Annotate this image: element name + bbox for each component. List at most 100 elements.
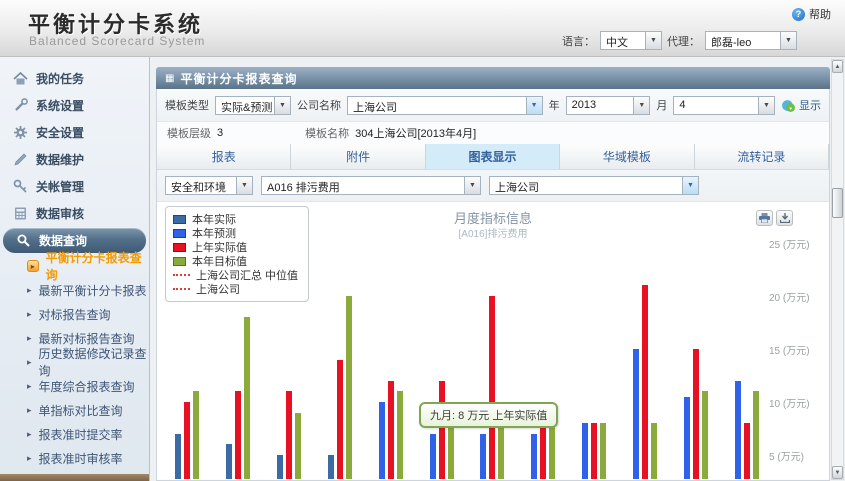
arrow-right-icon: ▸ [27, 429, 32, 440]
template-name-label: 模板名称 [305, 125, 349, 141]
bar-本年目标值[interactable] [397, 391, 403, 479]
chevron-down-icon[interactable]: ▼ [464, 177, 480, 194]
bar-本年预测[interactable] [531, 434, 537, 479]
bar-上年实际值[interactable] [337, 360, 343, 479]
chevron-down-icon[interactable]: ▼ [645, 32, 661, 49]
tab-图表显示[interactable]: 图表显示 [426, 144, 560, 169]
bar-本年实际[interactable] [226, 444, 232, 479]
category-select[interactable]: 安全和环境▼ [165, 176, 253, 195]
chevron-down-icon[interactable]: ▼ [780, 32, 796, 49]
bar-上年实际值[interactable] [642, 285, 648, 479]
bar-本年预测[interactable] [735, 381, 741, 479]
bar-上年实际值[interactable] [235, 391, 241, 479]
bar-本年目标值[interactable] [600, 423, 606, 479]
bar-上年实际值[interactable] [184, 402, 190, 479]
sidebar-subitem-报表准时审核率[interactable]: ▸报表准时审核率 [0, 446, 149, 470]
template-type-value: 实际&预测 [216, 97, 274, 114]
sidebar-item-安全设置[interactable]: 安全设置 [0, 119, 149, 146]
chart-tooltip: 九月: 8 万元 上年实际值 [419, 402, 558, 428]
sidebar-subitem-单指标对比查询[interactable]: ▸单指标对比查询 [0, 398, 149, 422]
sidebar-bottom-strip [0, 474, 149, 481]
tab-华域模板[interactable]: 华域模板 [560, 144, 694, 169]
help-label: 帮助 [809, 6, 831, 22]
indicator-select[interactable]: A016 排污费用▼ [261, 176, 481, 195]
chevron-down-icon[interactable]: ▼ [633, 97, 649, 114]
sidebar-subitem-最新平衡计分卡报表[interactable]: ▸最新平衡计分卡报表 [0, 278, 149, 302]
bar-本年预测[interactable] [480, 434, 486, 479]
bar-本年目标值[interactable] [651, 423, 657, 479]
bar-本年预测[interactable] [430, 434, 436, 479]
bar-本年目标值[interactable] [498, 423, 504, 479]
tab-报表[interactable]: 报表 [157, 144, 291, 169]
tab-流转记录[interactable]: 流转记录 [695, 144, 829, 169]
bar-本年实际[interactable] [277, 455, 283, 479]
legend-label: 上海公司 [196, 281, 240, 297]
tab-附件[interactable]: 附件 [291, 144, 425, 169]
chevron-down-icon[interactable]: ▼ [236, 177, 252, 194]
sidebar-item-数据审核[interactable]: 数据审核 [0, 200, 149, 227]
chevron-down-icon[interactable]: ▼ [758, 97, 774, 114]
bar-上年实际值[interactable] [744, 423, 750, 479]
bar-本年预测[interactable] [684, 397, 690, 479]
bar-上年实际值[interactable] [439, 381, 445, 479]
bar-本年目标值[interactable] [753, 391, 759, 479]
show-button-label: 显示 [799, 97, 821, 113]
chart-area: 月度指标信息 [A016]排污费用 本年实际本年预测上年实际值本年目标值上海公司… [157, 202, 829, 479]
year-value: 2013 [567, 97, 634, 114]
sidebar-subitem-平衡计分卡报表查询[interactable]: ▸平衡计分卡报表查询 [0, 254, 149, 278]
sidebar-subitem-报表准时提交率[interactable]: ▸报表准时提交率 [0, 422, 149, 446]
bar-上年实际值[interactable] [388, 381, 394, 479]
y-axis: 25 (万元)20 (万元)15 (万元)10 (万元)5 (万元) [769, 202, 827, 479]
sidebar-subitem-历史数据修改记录查询[interactable]: ▸历史数据修改记录查询 [0, 350, 149, 374]
sidebar-subitem-对标报告查询[interactable]: ▸对标报告查询 [0, 302, 149, 326]
bar-本年目标值[interactable] [295, 413, 301, 479]
language-select[interactable]: 中文 ▼ [600, 31, 662, 50]
arrow-right-icon: ▸ [27, 405, 32, 416]
bar-本年目标值[interactable] [346, 296, 352, 479]
bar-上年实际值[interactable] [489, 296, 495, 479]
bar-本年实际[interactable] [175, 434, 181, 479]
bar-上年实际值[interactable] [693, 349, 699, 479]
bar-上年实际值[interactable] [591, 423, 597, 479]
agent-value: 郎磊-leo [706, 32, 780, 49]
show-button[interactable]: 显示 [781, 97, 821, 113]
chevron-down-icon[interactable]: ▼ [682, 177, 698, 194]
bar-group-十一月 [684, 202, 708, 479]
chevron-down-icon[interactable]: ▼ [526, 97, 542, 114]
template-info-row: 模板层级 3 模板名称 304上海公司[2013年4月] [157, 122, 829, 144]
legend-swatch [173, 243, 186, 252]
sidebar-item-关帐管理[interactable]: 关帐管理 [0, 173, 149, 200]
bar-本年目标值[interactable] [244, 317, 250, 479]
month-select[interactable]: 4 ▼ [673, 96, 775, 115]
bar-本年目标值[interactable] [193, 391, 199, 479]
arrow-right-icon: ▸ [27, 453, 32, 464]
company-name-select[interactable]: 上海公司 ▼ [347, 96, 543, 115]
chevron-down-icon[interactable]: ▼ [274, 97, 290, 114]
sidebar-item-我的任务[interactable]: 我的任务 [0, 65, 149, 92]
sidebar-item-数据维护[interactable]: 数据维护 [0, 146, 149, 173]
bar-本年预测[interactable] [379, 402, 385, 479]
sidebar-subitem-label: 最新对标报告查询 [39, 330, 135, 347]
bar-本年目标值[interactable] [549, 423, 555, 479]
vertical-scrollbar[interactable]: ▲ ▼ [831, 59, 844, 480]
scroll-up-button[interactable]: ▲ [832, 60, 843, 73]
year-select[interactable]: 2013 ▼ [566, 96, 651, 115]
scroll-down-button[interactable]: ▼ [832, 466, 843, 479]
bar-本年预测[interactable] [582, 423, 588, 479]
bar-上年实际值[interactable] [540, 423, 546, 479]
scroll-thumb[interactable] [832, 188, 843, 218]
template-type-select[interactable]: 实际&预测 ▼ [215, 96, 291, 115]
agent-select[interactable]: 郎磊-leo ▼ [705, 31, 797, 50]
sidebar-item-label: 数据审核 [36, 205, 84, 222]
bar-上年实际值[interactable] [286, 391, 292, 479]
bar-本年实际[interactable] [328, 455, 334, 479]
bar-本年目标值[interactable] [702, 391, 708, 479]
sidebar-item-系统设置[interactable]: 系统设置 [0, 92, 149, 119]
sidebar-subitem-年度综合报表查询[interactable]: ▸年度综合报表查询 [0, 374, 149, 398]
bar-本年预测[interactable] [633, 349, 639, 479]
company-select[interactable]: 上海公司▼ [489, 176, 699, 195]
sidebar-item-label: 数据维护 [36, 151, 84, 168]
arrow-right-icon: ▸ [27, 357, 32, 368]
help-button[interactable]: ? 帮助 [792, 6, 831, 22]
search-icon [16, 233, 31, 248]
